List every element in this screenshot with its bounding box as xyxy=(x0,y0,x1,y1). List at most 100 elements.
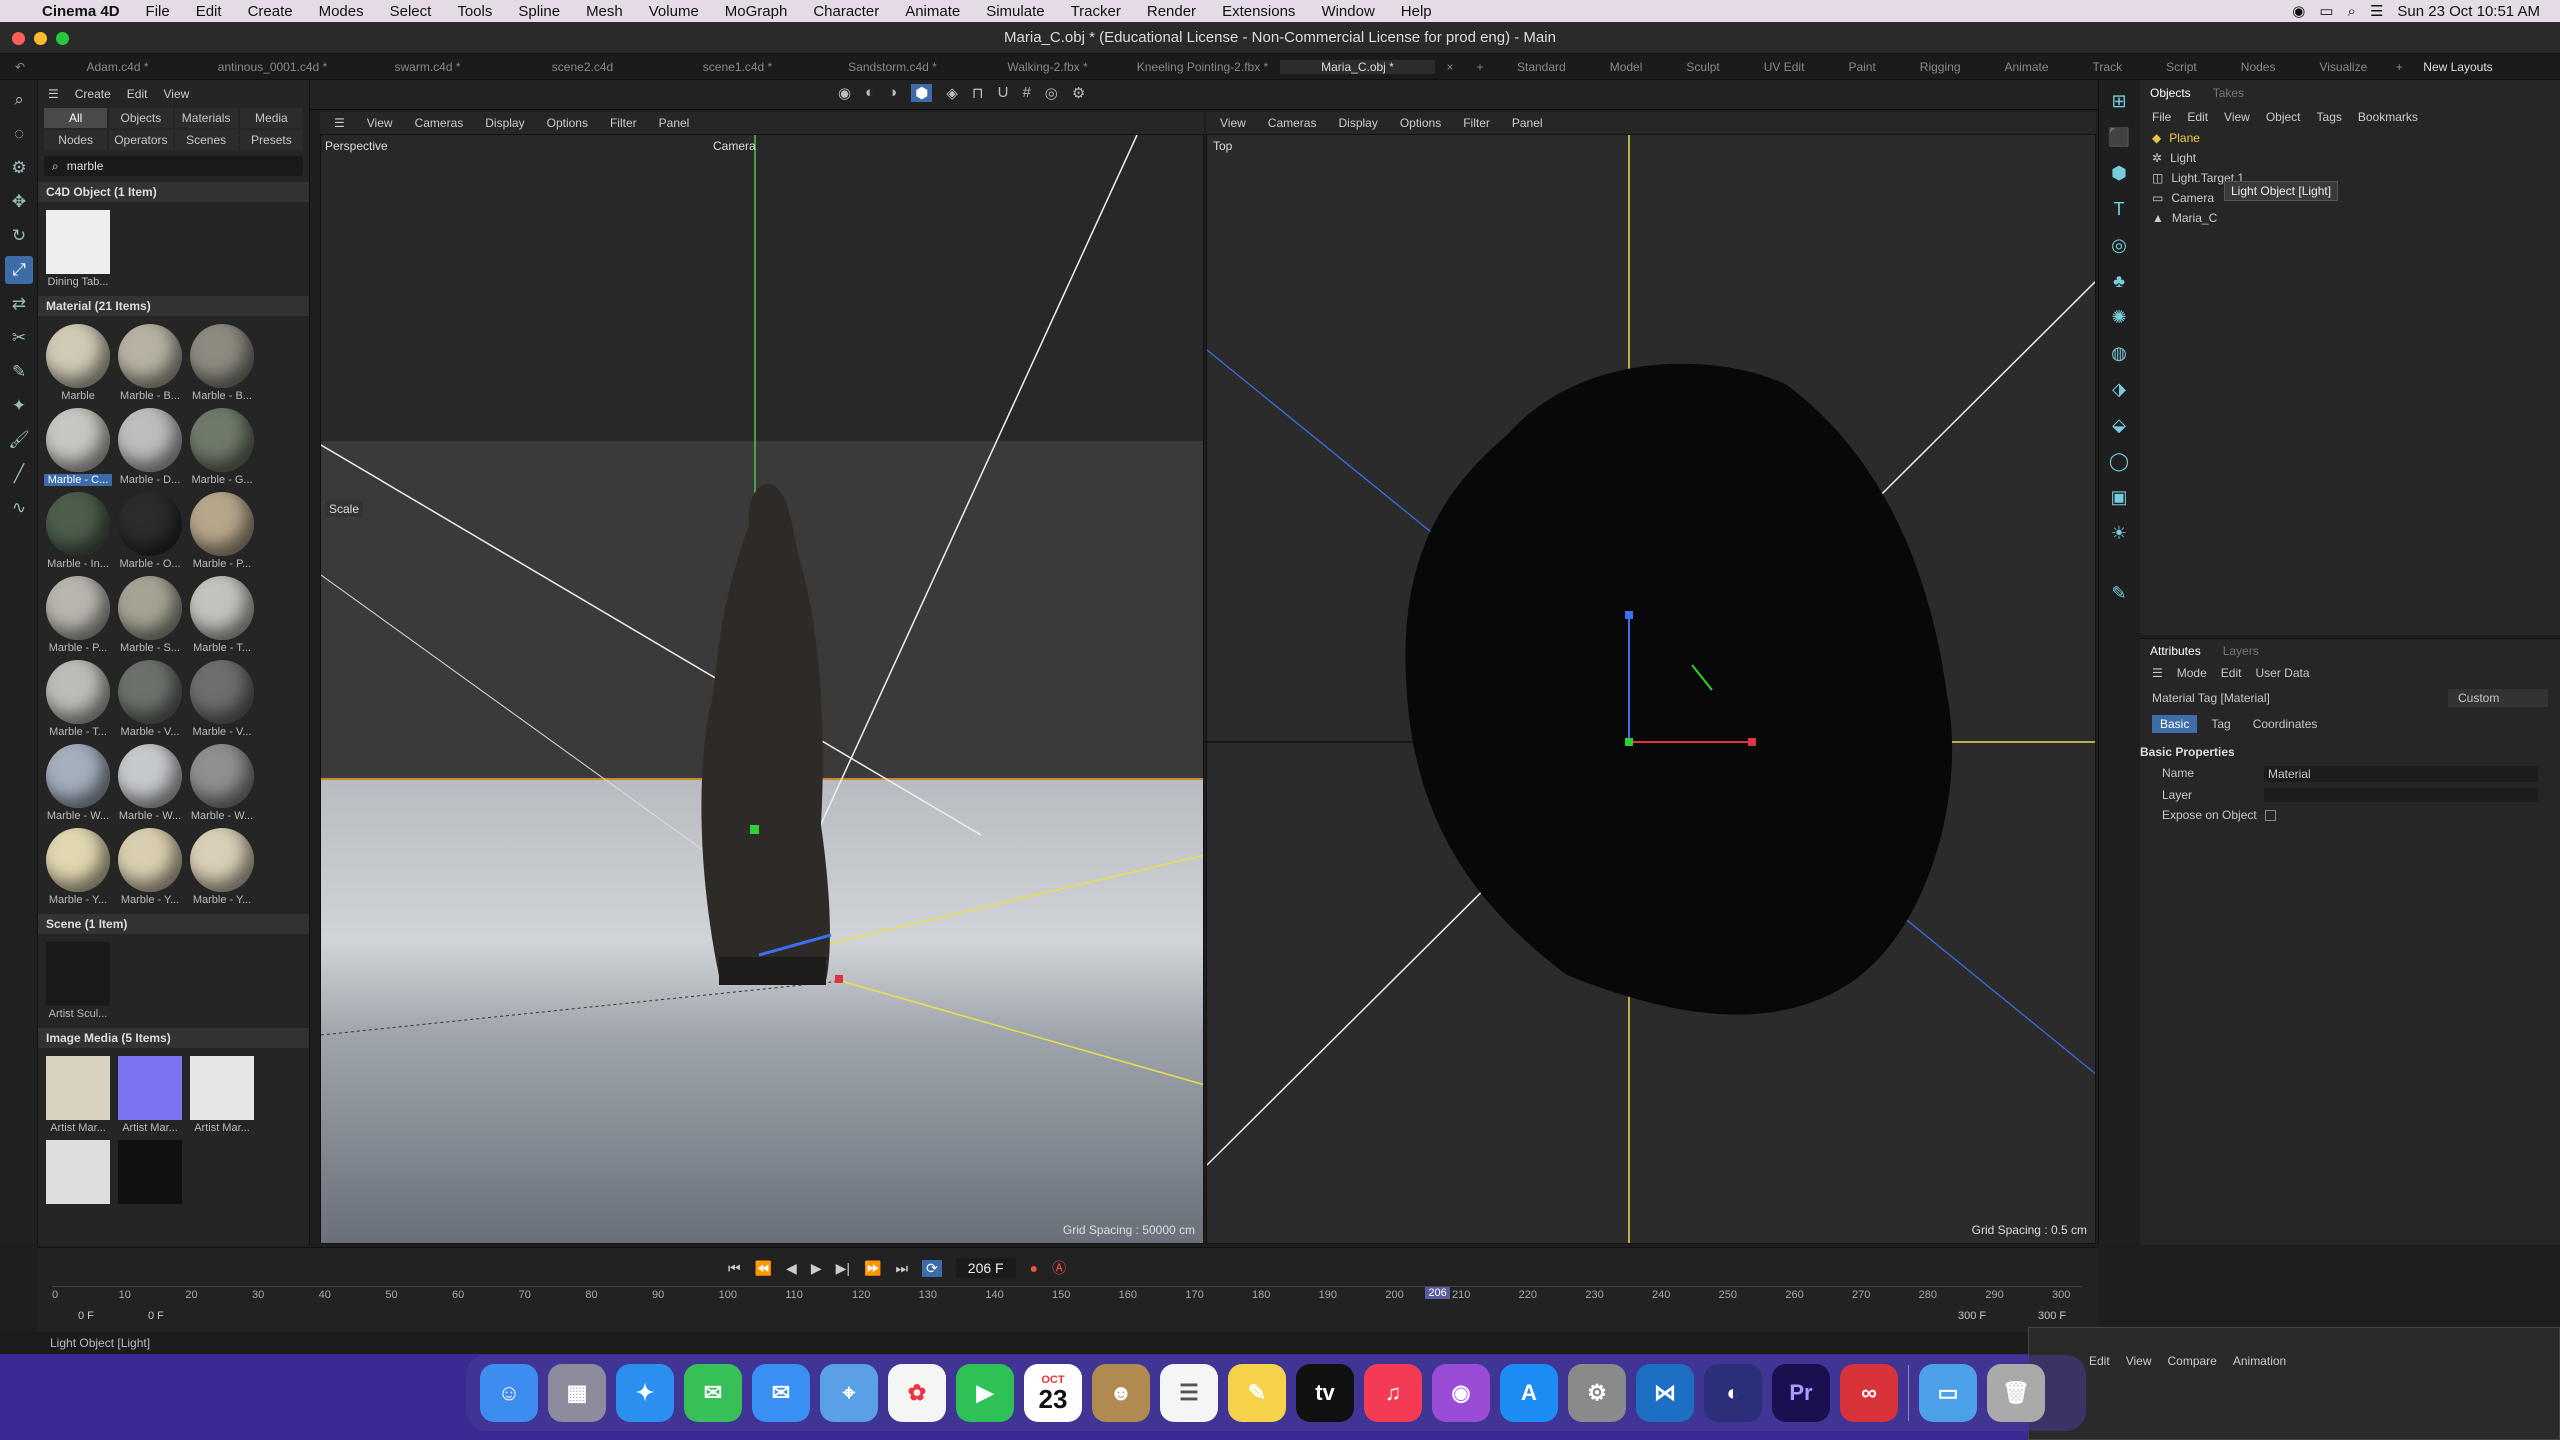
layout-standard[interactable]: Standard xyxy=(1495,60,1588,74)
vp-right-options[interactable]: Options xyxy=(1400,116,1441,130)
asset-tab-presets[interactable]: Presets xyxy=(239,130,303,150)
timeline-end[interactable]: 300 F xyxy=(1958,1310,1986,1322)
field-icon[interactable]: ◍ xyxy=(2104,338,2134,368)
app-store-icon[interactable]: A xyxy=(1500,1364,1558,1422)
vp-left-cameras[interactable]: Cameras xyxy=(415,116,464,130)
safari-icon[interactable]: ✦ xyxy=(616,1364,674,1422)
asset-item[interactable]: Artist Mar... xyxy=(116,1054,184,1134)
playhead[interactable]: 206 xyxy=(1425,1287,1450,1299)
asset-tab-scenes[interactable]: Scenes xyxy=(174,130,238,150)
go-end-icon[interactable]: ⏭ xyxy=(895,1260,908,1277)
photos-icon[interactable]: ✿ xyxy=(888,1364,946,1422)
subtab-coordinates[interactable]: Coordinates xyxy=(2245,715,2326,733)
scale-tool-icon[interactable]: ⤢ xyxy=(5,256,33,284)
settings-tool-icon[interactable]: ⚙ xyxy=(5,154,33,182)
render-view-icon[interactable]: ◎ xyxy=(1045,84,1058,102)
material-item[interactable]: Marble - Y... xyxy=(188,826,256,906)
attr-menu-edit[interactable]: Edit xyxy=(2221,666,2242,680)
menu-mesh[interactable]: Mesh xyxy=(586,3,623,20)
clock[interactable]: Sun 23 Oct 10:51 AM xyxy=(2397,3,2540,20)
menu-edit[interactable]: Edit xyxy=(196,3,222,20)
menu-tracker[interactable]: Tracker xyxy=(1071,3,1121,20)
asset-item[interactable]: Artist Mar... xyxy=(44,1054,112,1134)
tab-attributes[interactable]: Attributes xyxy=(2150,644,2201,658)
scene-icon[interactable]: ⬙ xyxy=(2104,410,2134,440)
battery-icon[interactable]: ▭ xyxy=(2319,2,2333,20)
tab-maria[interactable]: Maria_C.obj * xyxy=(1280,59,1435,74)
asset-item[interactable] xyxy=(44,1138,112,1206)
asset-tab-media[interactable]: Media xyxy=(239,108,303,128)
asset-search-field[interactable]: ⌕ marble xyxy=(44,156,303,176)
menu-simulate[interactable]: Simulate xyxy=(986,3,1044,20)
tab-walking[interactable]: Walking-2.fbx * xyxy=(970,60,1125,74)
camera-label[interactable]: Camera xyxy=(713,139,756,153)
model-mode-icon[interactable]: ⬢ xyxy=(911,84,933,102)
material-item[interactable]: Marble - C... xyxy=(44,406,112,486)
viewport-top[interactable]: Top Grid Spacing : 0.5 cm xyxy=(1206,134,2096,1244)
material-item[interactable]: Marble - W... xyxy=(188,742,256,822)
obj-menu-view[interactable]: View xyxy=(2224,110,2250,124)
asset-menu-view[interactable]: View xyxy=(163,87,189,101)
text-tool-icon[interactable]: T xyxy=(2104,194,2134,224)
material-item[interactable]: Marble - V... xyxy=(188,658,256,738)
vscode-icon[interactable]: ⋈ xyxy=(1636,1364,1694,1422)
mail-icon[interactable]: ✉ xyxy=(752,1364,810,1422)
messages-icon[interactable]: ✉ xyxy=(684,1364,742,1422)
expose-checkbox[interactable] xyxy=(2264,809,2276,821)
statue-top-view[interactable] xyxy=(1405,363,1953,1015)
object-row-light[interactable]: ✲ Light xyxy=(2140,148,2560,168)
float-menu-view[interactable]: View xyxy=(2126,1354,2152,1368)
texture-mode-icon[interactable]: ◈ xyxy=(946,84,958,102)
menu-tools[interactable]: Tools xyxy=(457,3,492,20)
mograph-icon[interactable]: ♣ xyxy=(2104,266,2134,296)
material-item[interactable]: Marble - P... xyxy=(44,574,112,654)
menu-window[interactable]: Window xyxy=(1321,3,1374,20)
vp-left-display[interactable]: Display xyxy=(485,116,524,130)
menu-animate[interactable]: Animate xyxy=(905,3,960,20)
material-item[interactable]: Marble - T... xyxy=(44,658,112,738)
layout-nodes[interactable]: Nodes xyxy=(2219,60,2298,74)
float-menu-compare[interactable]: Compare xyxy=(2167,1354,2216,1368)
tab-objects[interactable]: Objects xyxy=(2150,86,2191,100)
vp-left-view[interactable]: View xyxy=(367,116,393,130)
tab-takes[interactable]: Takes xyxy=(2213,86,2244,100)
material-item[interactable]: Marble - O... xyxy=(116,490,184,570)
paint-tool-icon[interactable]: ✦ xyxy=(5,392,33,420)
search-tool-icon[interactable]: ⌕ xyxy=(5,86,33,114)
music-icon[interactable]: ♫ xyxy=(1364,1364,1422,1422)
menu-spline[interactable]: Spline xyxy=(518,3,560,20)
section-image-media[interactable]: Image Media (5 Items) xyxy=(38,1028,309,1048)
material-item[interactable]: Marble - W... xyxy=(116,742,184,822)
next-frame-icon[interactable]: ▶| xyxy=(836,1260,850,1277)
generator-icon[interactable]: ◎ xyxy=(2104,230,2134,260)
material-item[interactable]: Marble xyxy=(44,322,112,402)
timeline-start-2[interactable]: 0 F xyxy=(148,1310,164,1322)
layout-track[interactable]: Track xyxy=(2071,60,2145,74)
menu-render[interactable]: Render xyxy=(1147,3,1196,20)
minimize-window-button[interactable] xyxy=(34,32,47,45)
tab-scene1[interactable]: scene1.c4d * xyxy=(660,60,815,74)
vp-left-filter[interactable]: Filter xyxy=(610,116,637,130)
layout-paint[interactable]: Paint xyxy=(1826,60,1897,74)
loop-icon[interactable]: ⟳ xyxy=(922,1259,942,1277)
new-layouts-button[interactable]: New Layouts xyxy=(2409,60,2492,74)
layout-script[interactable]: Script xyxy=(2144,60,2219,74)
material-item[interactable]: Marble - D... xyxy=(116,406,184,486)
primitive-icon[interactable]: ⬢ xyxy=(2104,158,2134,188)
tab-sandstorm[interactable]: Sandstorm.c4d * xyxy=(815,60,970,74)
attr-menu-mode[interactable]: Mode xyxy=(2177,666,2207,680)
launchpad-icon[interactable]: ▦ xyxy=(548,1364,606,1422)
asset-tab-nodes[interactable]: Nodes xyxy=(44,130,108,150)
layout-animate[interactable]: Animate xyxy=(1983,60,2071,74)
snap-icon[interactable]: ⊓ xyxy=(972,84,984,102)
asset-tab-materials[interactable]: Materials xyxy=(174,108,238,128)
go-start-icon[interactable]: ⏮ xyxy=(728,1260,741,1277)
tab-adam[interactable]: Adam.c4d * xyxy=(40,60,195,74)
prev-frame-icon[interactable]: ◀ xyxy=(786,1260,797,1277)
attr-menu-user-data[interactable]: User Data xyxy=(2255,666,2309,680)
zoom-window-button[interactable] xyxy=(56,32,69,45)
light-icon[interactable]: ☀ xyxy=(2104,518,2134,548)
autokey-icon[interactable]: Ⓐ xyxy=(1052,1258,1066,1278)
tab-scene2[interactable]: scene2.c4d xyxy=(505,60,660,74)
object-row-maria[interactable]: ▲ Maria_C xyxy=(2140,208,2560,228)
